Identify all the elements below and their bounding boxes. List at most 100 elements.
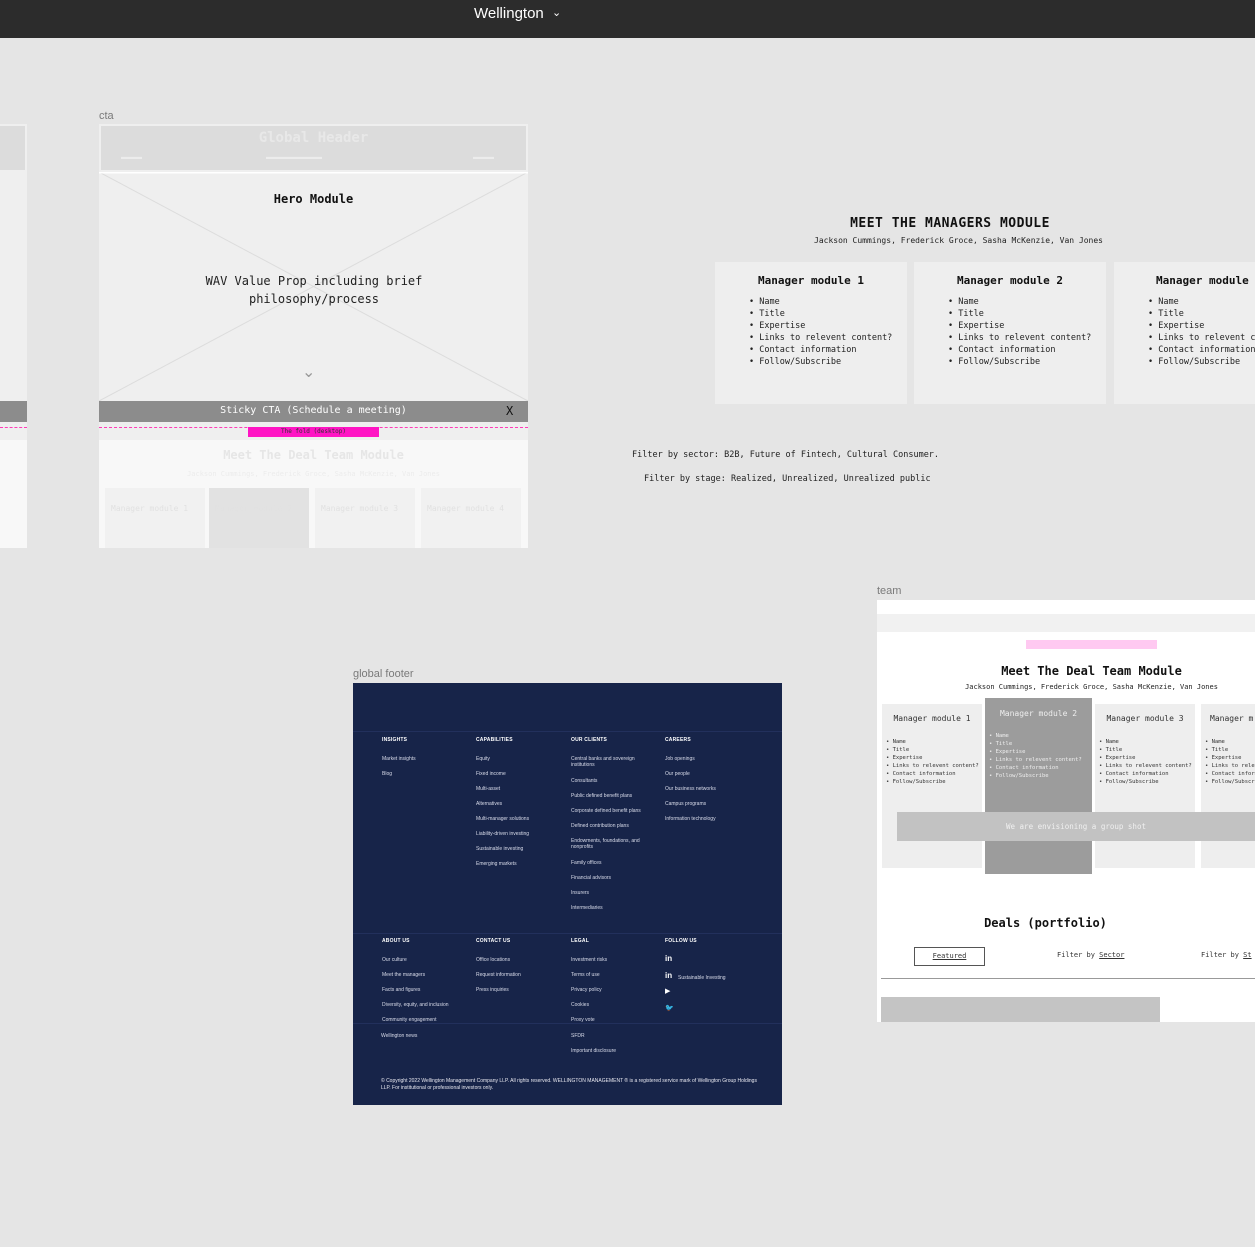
team-card[interactable]: Manager module 3 Name Title Expertise Li… [1095, 704, 1195, 868]
footer-link[interactable]: Consultants [571, 778, 659, 784]
team-card-active[interactable]: Manager module 2 Name Title Expertise Li… [985, 698, 1092, 874]
close-icon[interactable]: X [506, 404, 513, 418]
list-item: Follow/Subscribe [989, 772, 1082, 780]
managers-module-names: Jackson Cummings, Frederick Groce, Sasha… [814, 236, 1103, 245]
filter-stage-tab[interactable]: Filter by St [1201, 951, 1252, 959]
team-card[interactable]: Manager module 1 Name Title Expertise Li… [882, 704, 982, 868]
footer-link[interactable]: Fixed income [476, 771, 564, 777]
footer-link[interactable]: Multi-asset [476, 786, 564, 792]
sticky-cta-label[interactable]: Sticky CTA (Schedule a meeting) [99, 405, 528, 416]
list-item: Expertise [1205, 754, 1255, 762]
footer-link[interactable]: Proxy vote [571, 1017, 659, 1023]
list-item: Name [948, 296, 1091, 308]
footer-link[interactable]: Our culture [382, 957, 470, 963]
list-item: Contact inform [1205, 770, 1255, 778]
footer-link[interactable]: Terms of use [571, 972, 659, 978]
footer-link[interactable]: Investment risks [571, 957, 659, 963]
ghost-card: Manager module 3 [315, 488, 415, 548]
footer-link[interactable]: Liability-driven investing [476, 831, 564, 837]
footer-link[interactable]: Meet the managers [382, 972, 470, 978]
manager-card[interactable]: Manager module Name Title Expertise Link… [1114, 262, 1255, 404]
footer-link[interactable]: Public defined benefit plans [571, 793, 659, 799]
list-item: Contact information [886, 770, 979, 778]
footer-link[interactable]: Multi-manager solutions [476, 816, 564, 822]
footer-link[interactable]: Cookies [571, 1002, 659, 1008]
list-item: Expertise [948, 320, 1091, 332]
chevron-down-icon[interactable]: ⌄ [552, 6, 561, 19]
manager-card[interactable]: Manager module 2 Name Title Expertise Li… [914, 262, 1106, 404]
footer-link[interactable]: Insurers [571, 890, 659, 896]
footer-link[interactable]: Central banks and sovereign institutions [571, 756, 659, 768]
footer-link[interactable]: Market insights [382, 756, 470, 762]
list-item: Expertise [1148, 320, 1255, 332]
footer-link[interactable]: Our business networks [665, 786, 753, 792]
list-item: Name [749, 296, 892, 308]
cta-frame[interactable]: Global Header ▬▬▬ ▬▬▬▬▬▬▬▬ ▬▬▬ Hero Modu… [99, 124, 528, 548]
frame-label-cta[interactable]: cta [99, 110, 114, 122]
footer-link[interactable]: SFDR [571, 1033, 659, 1039]
footer-link[interactable]: Office locations [476, 957, 564, 963]
file-name[interactable]: Wellington [474, 5, 544, 22]
team-frame[interactable]: Meet The Deal Team Module Jackson Cummin… [877, 600, 1255, 1022]
filter-sector-link[interactable]: Sector [1099, 951, 1124, 959]
filter-stage-note: Filter by stage: Realized, Unrealized, U… [644, 474, 931, 484]
footer-link[interactable]: Diversity, equity, and inclusion [382, 1002, 470, 1008]
footer-link[interactable]: Defined contribution plans [571, 823, 659, 829]
footer-link[interactable]: Facts and figures [382, 987, 470, 993]
linkedin-icon[interactable]: in [665, 954, 672, 963]
hero-title: Hero Module [273, 192, 354, 206]
team-card[interactable]: Manager m Name Title Expertise Links to … [1201, 704, 1255, 868]
linkedin-icon[interactable]: in [665, 971, 672, 980]
manager-card[interactable]: Manager module 1 Name Title Expertise Li… [715, 262, 907, 404]
ghost-card: Manager module 2 [209, 488, 309, 548]
frame-label-footer[interactable]: global footer [353, 668, 414, 680]
footer-link[interactable]: Sustainable Investing [678, 975, 766, 981]
list-item: Contact information [948, 344, 1091, 356]
list-item: Links to relevent content? [1099, 762, 1192, 770]
team-card-title: Manager module 1 [893, 714, 971, 723]
footer-link[interactable]: Equity [476, 756, 564, 762]
frame-label-team[interactable]: team [877, 585, 901, 597]
sticky-cta-bar[interactable]: Sticky CTA (Schedule a meeting) X [99, 401, 528, 422]
footer-heading: LEGAL [571, 938, 589, 944]
partial-frame[interactable] [0, 124, 27, 548]
list-item: Expertise [749, 320, 892, 332]
footer-link[interactable]: Intermediaries [571, 905, 659, 911]
list-item: Name [1099, 738, 1192, 746]
team-card-title: Manager module 3 [1106, 714, 1184, 723]
list-item: Title [886, 746, 979, 754]
chevron-down-icon[interactable]: ⌄ [302, 362, 315, 382]
footer-link[interactable]: Campus programs [665, 801, 753, 807]
list-item: Contact information [1099, 770, 1192, 778]
list-item: Title [1148, 308, 1255, 320]
footer-link[interactable]: Job openings [665, 756, 753, 762]
twitter-icon[interactable]: 🐦 [665, 1004, 674, 1012]
footer-link[interactable]: Sustainable investing [476, 846, 564, 852]
ghost-card: Manager module 4 [421, 488, 521, 548]
featured-tab[interactable]: Featured [914, 947, 985, 966]
filter-sector-tab[interactable]: Filter by Sector [1057, 951, 1124, 959]
footer-link[interactable]: Request information [476, 972, 564, 978]
footer-link[interactable]: Alternatives [476, 801, 564, 807]
footer-link[interactable]: Emerging markets [476, 861, 564, 867]
list-item: Links to relevent content? [886, 762, 979, 770]
footer-link[interactable]: Blog [382, 771, 470, 777]
footer-link[interactable]: Wellington news [381, 1033, 469, 1039]
list-item: Expertise [989, 748, 1082, 756]
youtube-icon[interactable]: ▶ [665, 987, 670, 995]
footer-link[interactable]: Our people [665, 771, 753, 777]
footer-link[interactable]: Privacy policy [571, 987, 659, 993]
filter-stage-link[interactable]: St [1243, 951, 1251, 959]
footer-link[interactable]: Financial advisors [571, 875, 659, 881]
list-item: Title [989, 740, 1082, 748]
footer-link[interactable]: Family offices [571, 860, 659, 866]
list-item: Follow/Subscribe [1099, 778, 1192, 786]
footer-link[interactable]: Corporate defined benefit plans [571, 808, 659, 814]
footer-link[interactable]: Endowments, foundations, and nonprofits [571, 838, 659, 850]
global-footer[interactable]: INSIGHTS Market insights Blog CAPABILITI… [353, 683, 782, 1105]
footer-link[interactable]: Information technology [665, 816, 753, 822]
footer-link[interactable]: Important disclosure [571, 1048, 659, 1054]
footer-link[interactable]: Press inquiries [476, 987, 564, 993]
footer-link[interactable]: Community engagement [382, 1017, 470, 1023]
ghost-card: Manager module 1 [105, 488, 205, 548]
